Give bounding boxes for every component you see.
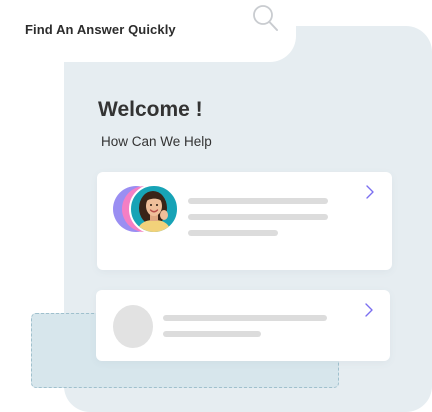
welcome-subtitle: How Can We Help	[101, 134, 212, 149]
avatar	[129, 184, 179, 234]
help-topic-card[interactable]	[96, 290, 390, 361]
chevron-right-icon[interactable]	[364, 302, 374, 318]
text-line-placeholder	[163, 315, 327, 321]
avatar-placeholder	[113, 305, 153, 348]
text-line-placeholder	[188, 198, 328, 204]
help-topic-card[interactable]	[97, 172, 392, 270]
search-icon[interactable]	[251, 2, 279, 32]
welcome-title: Welcome !	[98, 98, 203, 121]
text-line-placeholder	[163, 331, 261, 337]
person-photo-icon	[137, 191, 171, 232]
search-label: Find An Answer Quickly	[25, 22, 176, 37]
chevron-right-icon[interactable]	[365, 184, 375, 200]
text-line-placeholder	[188, 214, 328, 220]
search-bar[interactable]: Find An Answer Quickly	[0, 0, 296, 62]
text-line-placeholder	[188, 230, 278, 236]
avatar-stack	[113, 184, 179, 238]
